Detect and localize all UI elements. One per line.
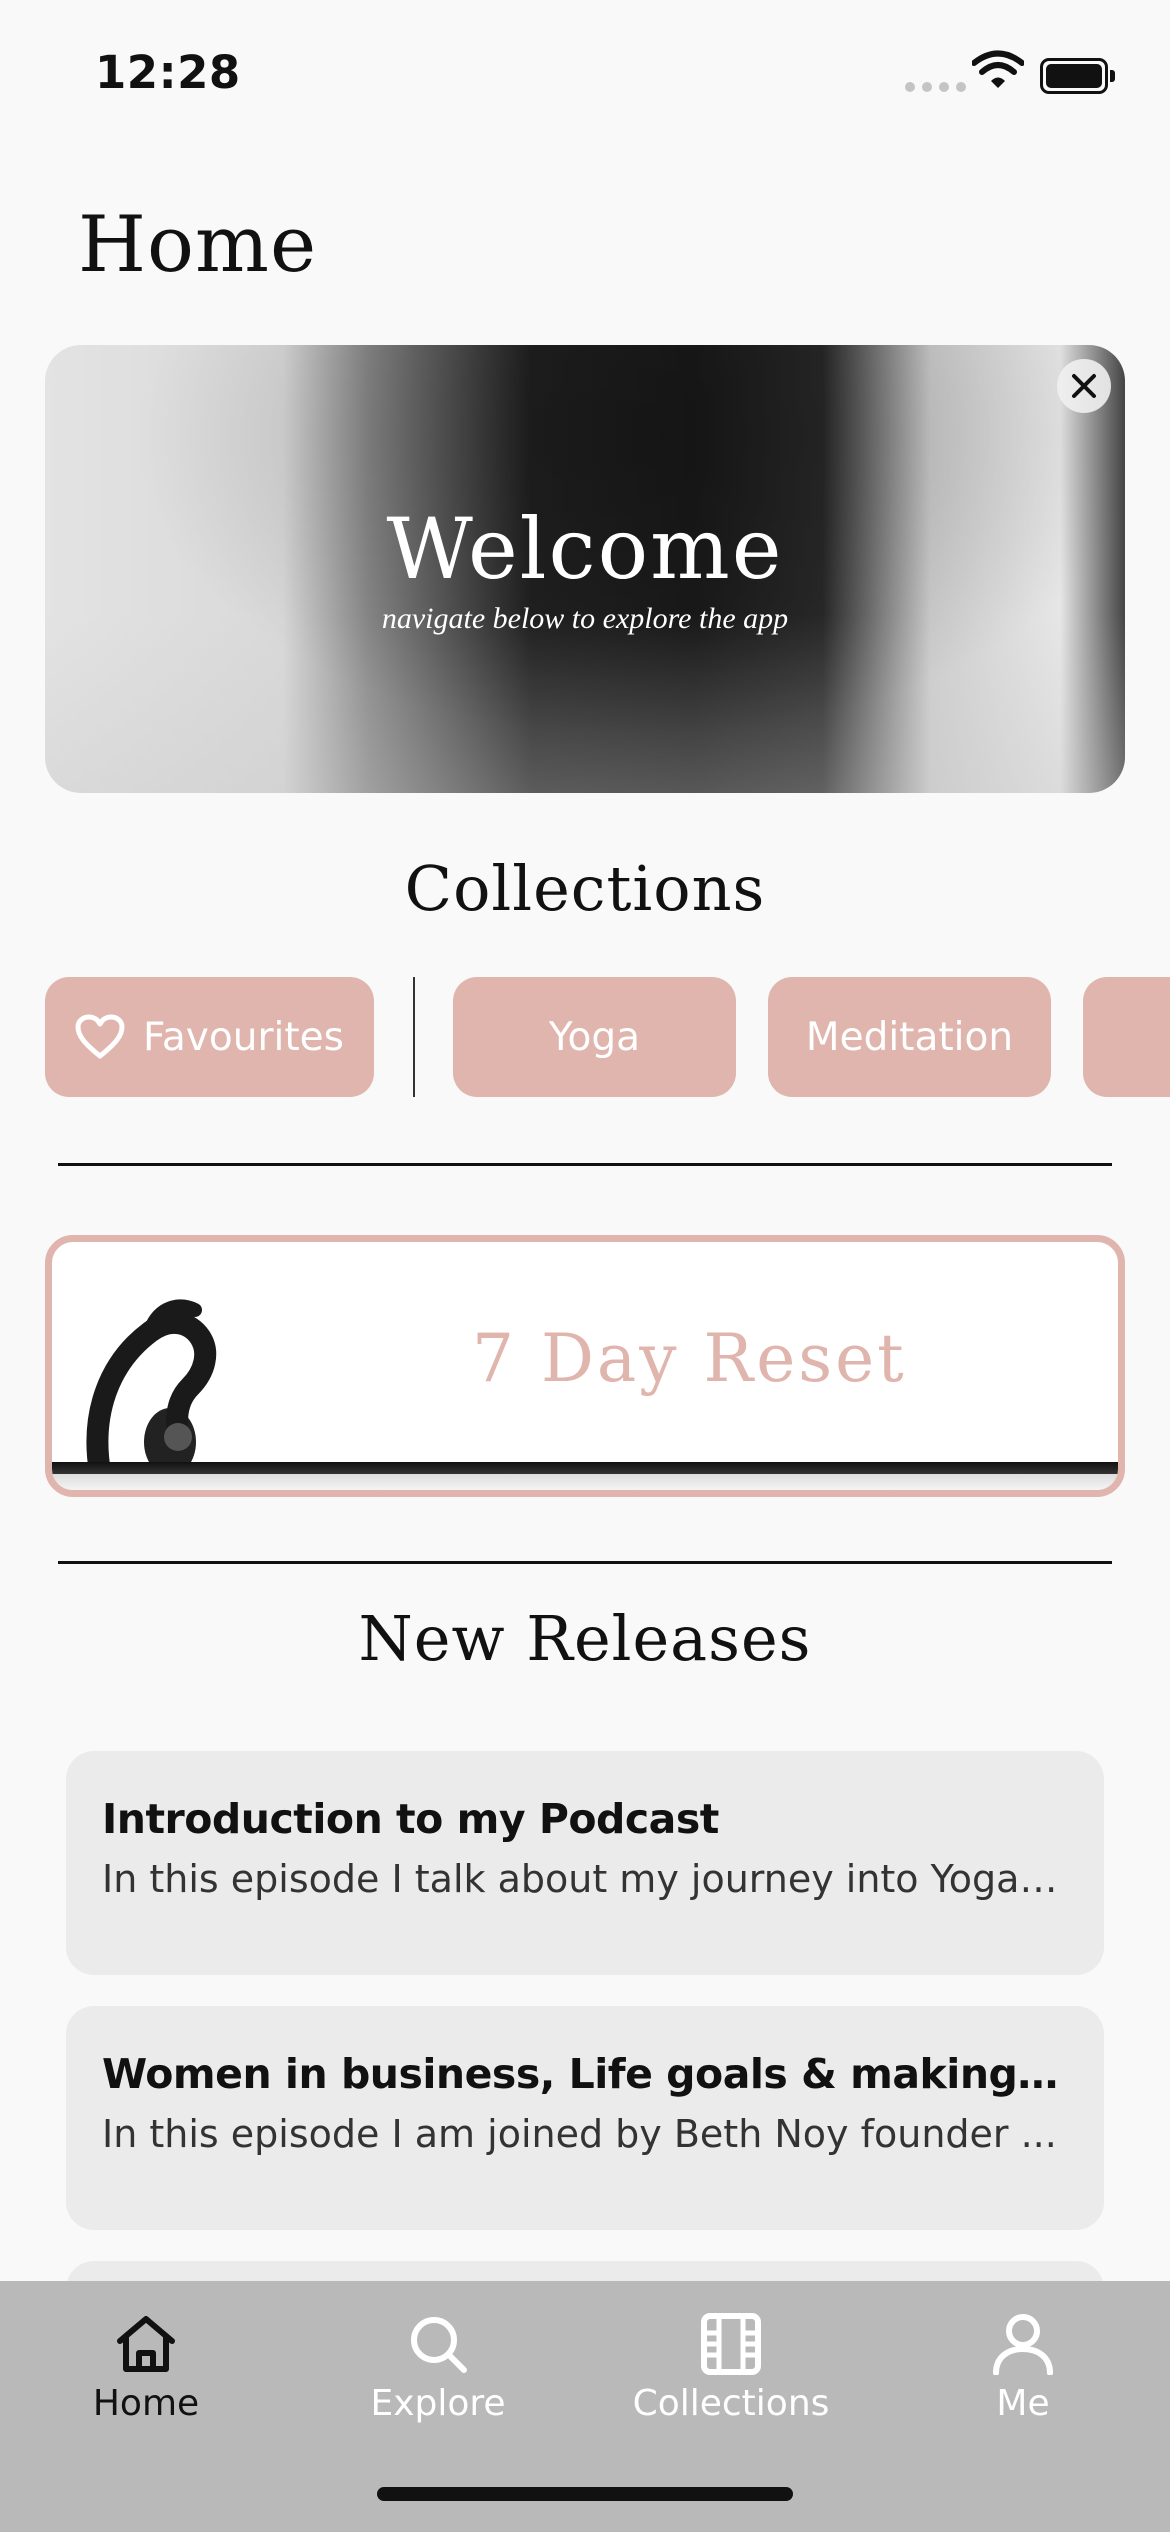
chip-meditation[interactable]: Meditation xyxy=(768,977,1051,1097)
collections-heading: Collections xyxy=(404,852,766,925)
release-card[interactable]: Women in business, Life goals & making a… xyxy=(66,2006,1104,2230)
release-title: Women in business, Life goals & making a… xyxy=(102,2050,1068,2098)
page-title: Home xyxy=(78,200,318,290)
banner-title: Welcome xyxy=(386,500,784,598)
welcome-banner[interactable]: Welcome navigate below to explore the ap… xyxy=(45,345,1125,793)
tab-label: Explore xyxy=(370,2383,506,2424)
chip-next[interactable] xyxy=(1083,977,1170,1097)
release-card[interactable]: Introduction to my Podcast In this episo… xyxy=(66,1751,1104,1975)
banner-subtitle: navigate below to explore the app xyxy=(381,602,789,635)
chip-divider xyxy=(413,977,415,1097)
person-icon xyxy=(993,2314,1053,2375)
release-description: In this episode I am joined by Beth Noy … xyxy=(102,2112,1057,2156)
chip-label: Favourites xyxy=(143,1014,344,1060)
home-icon xyxy=(117,2316,175,2372)
tab-collections[interactable]: Collections xyxy=(585,2313,877,2424)
floor-line xyxy=(52,1462,1118,1474)
wifi-icon xyxy=(972,50,1024,88)
battery-icon xyxy=(1040,58,1115,94)
tab-home[interactable]: Home xyxy=(0,2313,292,2424)
divider xyxy=(58,1163,1112,1166)
tab-label: Home xyxy=(92,2383,200,2424)
status-time: 12:28 xyxy=(95,46,241,99)
tab-me[interactable]: Me xyxy=(877,2313,1169,2424)
collections-chip-row[interactable]: Favourites Yoga Meditation xyxy=(45,977,1170,1097)
close-icon xyxy=(1072,374,1096,398)
chip-favourites[interactable]: Favourites xyxy=(45,977,374,1097)
tab-explore[interactable]: Explore xyxy=(292,2313,584,2424)
status-bar: 12:28 xyxy=(0,0,1170,140)
search-icon xyxy=(411,2317,467,2373)
close-banner-button[interactable] xyxy=(1057,359,1111,413)
release-title: Introduction to my Podcast xyxy=(102,1795,719,1843)
heart-icon xyxy=(75,1014,125,1059)
program-title: 7 Day Reset xyxy=(472,1320,907,1397)
cellular-signal-icon xyxy=(905,82,966,92)
yoga-pose-image xyxy=(86,1299,217,1482)
chip-yoga[interactable]: Yoga xyxy=(453,977,736,1097)
film-icon xyxy=(701,2313,761,2375)
chip-label: Yoga xyxy=(548,1014,641,1060)
release-description: In this episode I talk about my journey … xyxy=(102,1857,1068,1901)
tab-label: Collections xyxy=(632,2383,830,2424)
new-releases-heading: New Releases xyxy=(358,1602,812,1675)
program-card-7-day-reset[interactable]: 7 Day Reset xyxy=(45,1235,1125,1497)
chip-label: Meditation xyxy=(805,1014,1014,1060)
divider xyxy=(58,1561,1112,1564)
floor-shadow xyxy=(52,1474,1118,1490)
tab-label: Me xyxy=(996,2383,1050,2424)
home-indicator[interactable] xyxy=(377,2487,793,2501)
